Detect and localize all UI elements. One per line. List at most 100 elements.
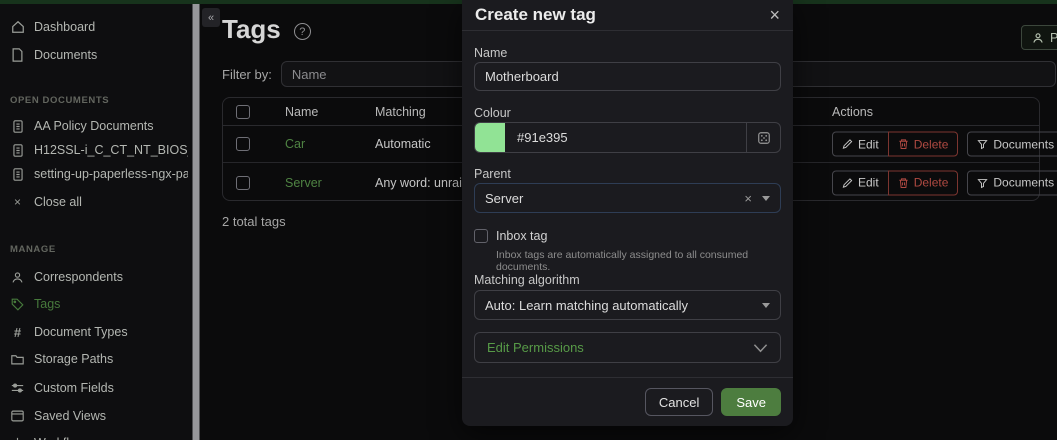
sidebar-item-dashboard[interactable]: Dashboard (10, 16, 188, 38)
modal-title: Create new tag (475, 5, 596, 25)
row-actions: Edit Delete Documents 3 (832, 170, 1057, 195)
delete-button-label: Delete (914, 137, 949, 151)
sidebar-item-saved-views[interactable]: Saved Views (10, 405, 188, 427)
colour-hex-input[interactable] (505, 123, 746, 152)
sidebar-item-label: Correspondents (34, 270, 123, 284)
select-all-checkbox[interactable] (236, 105, 250, 119)
sidebar-item-tags[interactable]: Tags (10, 293, 188, 315)
row-actions: Edit Delete Documents 1 (832, 132, 1057, 157)
tag-icon (10, 297, 25, 312)
chevron-down-icon (762, 303, 770, 308)
name-label: Name (474, 46, 507, 60)
file-text-icon (10, 119, 25, 134)
save-button[interactable]: Save (721, 388, 781, 416)
saved-views-icon (10, 409, 25, 424)
open-documents-header: OPEN DOCUMENTS (10, 95, 109, 106)
sidebar-scrollbar[interactable] (192, 4, 200, 440)
help-icon[interactable]: ? (294, 23, 311, 40)
hash-icon: # (10, 325, 25, 340)
trash-icon (898, 177, 909, 188)
modal-header: Create new tag × (462, 0, 793, 31)
sidebar-open-doc-2[interactable]: H12SSL-i_C_CT_NT_BIOS_3.3_rele... (10, 139, 188, 161)
page-title: Tags (222, 14, 281, 45)
matching-algorithm-select[interactable]: Auto: Learn matching automatically (474, 290, 781, 320)
inbox-tag-checkbox[interactable] (474, 229, 488, 243)
manage-header: MANAGE (10, 244, 56, 255)
edit-permissions-label: Edit Permissions (487, 340, 584, 355)
documents-button-label: Documents (993, 176, 1054, 190)
parent-select[interactable]: Server × (474, 183, 781, 213)
home-icon (10, 20, 25, 35)
sidebar-open-doc-1[interactable]: AA Policy Documents (10, 115, 188, 137)
edit-button-label: Edit (858, 137, 879, 151)
sidebar-item-label: Tags (34, 297, 60, 311)
tag-matching: Any word: unraid (375, 176, 469, 190)
column-header-name: Name (285, 105, 318, 119)
sidebar-item-custom-fields[interactable]: Custom Fields (10, 377, 188, 399)
open-doc-label: AA Policy Documents (34, 119, 154, 133)
file-text-icon (10, 167, 25, 182)
sidebar-collapse-button[interactable]: « (202, 8, 220, 27)
sidebar-item-correspondents[interactable]: Correspondents (10, 266, 188, 288)
delete-button[interactable]: Delete (888, 132, 959, 157)
close-all-label: Close all (34, 195, 82, 209)
sidebar-item-label: Custom Fields (34, 381, 114, 395)
permissions-button[interactable]: Permissions (1021, 25, 1057, 50)
sidebar-item-label: Document Types (34, 325, 128, 339)
dice-icon (757, 131, 771, 145)
random-colour-button[interactable] (746, 123, 780, 152)
sidebar-item-documents[interactable]: Documents (10, 44, 188, 66)
sidebar-open-doc-3[interactable]: setting-up-paperless-ngx-part-one (10, 163, 188, 185)
delete-button[interactable]: Delete (888, 170, 959, 195)
colour-label: Colour (474, 106, 511, 120)
page-title-row: Tags ? (222, 14, 311, 45)
inbox-tag-hint: Inbox tags are automatically assigned to… (496, 249, 793, 273)
column-header-actions: Actions (832, 105, 873, 119)
edit-permissions-accordion[interactable]: Edit Permissions (474, 332, 781, 363)
filter-icon (977, 139, 988, 150)
sidebar: Dashboard Documents OPEN DOCUMENTS AA Po… (0, 4, 192, 440)
trash-icon (898, 139, 909, 150)
total-tags-text: 2 total tags (222, 214, 286, 229)
row-checkbox[interactable] (236, 176, 250, 190)
sidebar-close-all[interactable]: × Close all (10, 191, 188, 213)
edit-button-label: Edit (858, 176, 879, 190)
tag-name-link[interactable]: Car (285, 137, 305, 151)
inbox-tag-label: Inbox tag (496, 229, 547, 243)
edit-button[interactable]: Edit (832, 132, 889, 157)
tag-name-link[interactable]: Server (285, 176, 322, 190)
filter-icon (977, 177, 988, 188)
sidebar-item-label: Workflows (34, 436, 91, 440)
pencil-icon (842, 139, 853, 150)
chevron-down-icon (762, 196, 770, 201)
workflow-icon (10, 436, 25, 440)
open-doc-label: setting-up-paperless-ngx-part-one (34, 167, 188, 181)
parent-select-value: Server (485, 191, 523, 206)
sidebar-item-workflows[interactable]: Workflows (10, 432, 188, 440)
filter-label: Filter by: (222, 67, 272, 82)
row-checkbox[interactable] (236, 137, 250, 151)
clear-parent-icon[interactable]: × (744, 191, 752, 206)
folder-icon (10, 352, 25, 367)
sidebar-item-document-types[interactable]: # Document Types (10, 321, 188, 343)
matching-algorithm-label: Matching algorithm (474, 273, 580, 287)
documents-button[interactable]: Documents 3 (967, 170, 1057, 195)
cancel-button[interactable]: Cancel (645, 388, 713, 416)
edit-button[interactable]: Edit (832, 170, 889, 195)
documents-button[interactable]: Documents 1 (967, 132, 1057, 157)
sidebar-item-label: Storage Paths (34, 352, 113, 366)
inbox-tag-row: Inbox tag (474, 229, 547, 243)
file-icon (10, 48, 25, 63)
sidebar-item-label: Saved Views (34, 409, 106, 423)
tag-matching: Automatic (375, 137, 431, 151)
chevron-down-icon (753, 343, 768, 353)
tag-name-input[interactable] (474, 62, 781, 91)
person-icon (1032, 32, 1044, 44)
permissions-button-label: Permissions (1050, 31, 1057, 45)
modal-footer: Cancel Save (462, 377, 793, 426)
sidebar-item-storage-paths[interactable]: Storage Paths (10, 348, 188, 370)
column-header-matching: Matching (375, 105, 426, 119)
close-icon[interactable]: × (769, 6, 780, 24)
parent-label: Parent (474, 167, 511, 181)
delete-button-label: Delete (914, 176, 949, 190)
